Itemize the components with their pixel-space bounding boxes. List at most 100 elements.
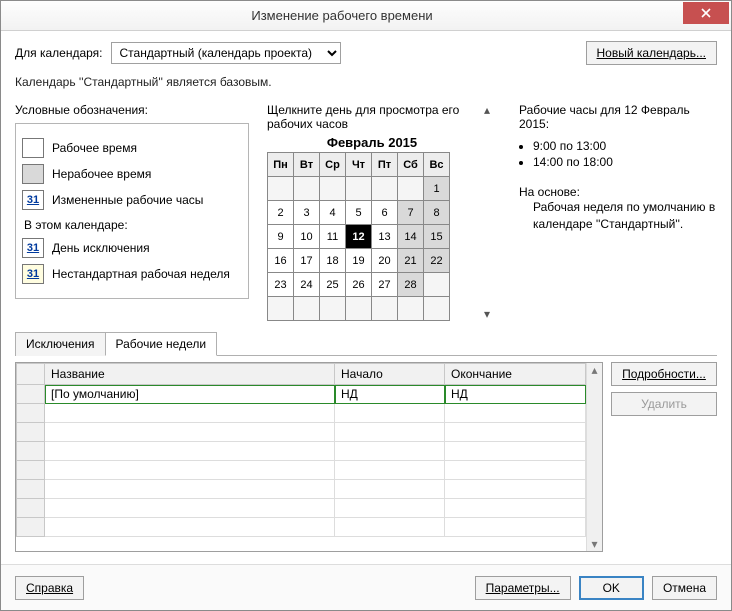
col-end[interactable]: Окончание [445,364,586,385]
calendar-day[interactable]: 20 [372,249,398,273]
calendar-day[interactable]: 21 [398,249,424,273]
row-header[interactable] [17,423,45,442]
close-icon [701,8,711,18]
calendar-day[interactable]: 18 [320,249,346,273]
calendar-day[interactable]: 9 [268,225,294,249]
calendar-day[interactable]: 11 [320,225,346,249]
grid-cell-name[interactable] [45,442,335,461]
details-button[interactable]: Подробности... [611,362,717,386]
calendar-day[interactable]: 4 [320,201,346,225]
grid-cell-start[interactable]: НД [335,385,445,404]
grid-cell-name[interactable] [45,499,335,518]
row-header[interactable] [17,480,45,499]
grid-cell-start[interactable] [335,423,445,442]
grid-cell-name[interactable] [45,480,335,499]
row-header[interactable] [17,442,45,461]
grid-cell-start[interactable] [335,442,445,461]
calendar-day[interactable]: 1 [424,177,450,201]
calendar-day[interactable]: 7 [398,201,424,225]
grid-cell-end[interactable] [445,480,586,499]
calendar-day [346,297,372,321]
calendar-day[interactable]: 5 [346,201,372,225]
row-header-col [17,364,45,385]
calendar-day[interactable]: 15 [424,225,450,249]
col-name[interactable]: Название [45,364,335,385]
window-title: Изменение рабочего времени [1,8,683,23]
calendar-day [268,297,294,321]
grid-scrollbar[interactable]: ▴▾ [586,363,602,551]
col-start[interactable]: Начало [335,364,445,385]
cancel-button[interactable]: Отмена [652,576,717,600]
dow-header: Ср [320,153,346,177]
grid-cell-end[interactable]: НД [445,385,586,404]
grid-cell-end[interactable] [445,518,586,537]
legend: Условные обозначения: Рабочее время Нера… [15,103,249,321]
calendar-day [346,177,372,201]
calendar-day[interactable]: 3 [294,201,320,225]
calendar-day[interactable]: 8 [424,201,450,225]
based-on-text: Рабочая неделя по умолчанию в календаре … [533,199,717,233]
calendar-day[interactable]: 22 [424,249,450,273]
grid-cell-name[interactable] [45,404,335,423]
grid-cell-end[interactable] [445,461,586,480]
calendar-day[interactable]: 25 [320,273,346,297]
calendar-day[interactable]: 16 [268,249,294,273]
grid-cell-name[interactable] [45,461,335,480]
calendar-day[interactable]: 28 [398,273,424,297]
grid-cell-end[interactable] [445,423,586,442]
grid-cell-end[interactable] [445,404,586,423]
grid-cell-name[interactable] [45,423,335,442]
new-calendar-button[interactable]: Новый календарь... [586,41,717,65]
legend-nonworking-label: Нерабочее время [52,167,151,181]
calendar-day[interactable]: 2 [268,201,294,225]
grid-cell-start[interactable] [335,461,445,480]
calendar-day[interactable]: 24 [294,273,320,297]
grid-cell-end[interactable] [445,499,586,518]
row-header[interactable] [17,404,45,423]
calendar-day[interactable]: 6 [372,201,398,225]
scroll-up-icon[interactable]: ▴ [484,103,490,117]
legend-working-label: Рабочее время [52,141,137,155]
ok-button[interactable]: OK [579,576,644,600]
base-calendar-text: Календарь ''Стандартный'' является базов… [15,75,717,89]
options-button[interactable]: Параметры... [475,576,571,600]
dow-header: Сб [398,153,424,177]
swatch-working [22,138,44,158]
calendar-day[interactable]: 17 [294,249,320,273]
row-header[interactable] [17,518,45,537]
working-hours-info: Рабочие часы для 12 Февраль 2015: 9:00 п… [513,103,717,321]
scroll-down-icon[interactable]: ▾ [484,307,490,321]
calendar-day[interactable]: 23 [268,273,294,297]
workweeks-grid[interactable]: Название Начало Окончание [По умолчанию]… [15,362,603,552]
footer: Справка Параметры... OK Отмена [1,564,731,610]
grid-cell-name[interactable]: [По умолчанию] [45,385,335,404]
dow-header: Пт [372,153,398,177]
calendar-day [320,297,346,321]
grid-cell-start[interactable] [335,518,445,537]
tab-exceptions[interactable]: Исключения [15,332,106,356]
calendar-day[interactable]: 12 [346,225,372,249]
close-button[interactable] [683,2,729,24]
grid-cell-start[interactable] [335,480,445,499]
grid-cell-end[interactable] [445,442,586,461]
calendar-day [424,297,450,321]
tab-workweeks[interactable]: Рабочие недели [105,332,218,356]
row-header[interactable] [17,461,45,480]
help-button[interactable]: Справка [15,576,84,600]
dow-header: Вс [424,153,450,177]
calendar-day[interactable]: 26 [346,273,372,297]
calendar-select[interactable]: Стандартный (календарь проекта) [111,42,341,64]
calendar-day[interactable]: 14 [398,225,424,249]
calendar-scrollbar[interactable]: ▴ ▾ [479,103,495,321]
row-header[interactable] [17,499,45,518]
calendar-grid[interactable]: ПнВтСрЧтПтСбВс 1234567891011121314151617… [267,152,450,321]
row-header[interactable] [17,385,45,404]
calendar-day[interactable]: 27 [372,273,398,297]
grid-cell-name[interactable] [45,518,335,537]
calendar-day[interactable]: 13 [372,225,398,249]
calendar-day[interactable]: 10 [294,225,320,249]
grid-cell-start[interactable] [335,404,445,423]
calendar-day[interactable]: 19 [346,249,372,273]
calendar-day [294,177,320,201]
grid-cell-start[interactable] [335,499,445,518]
